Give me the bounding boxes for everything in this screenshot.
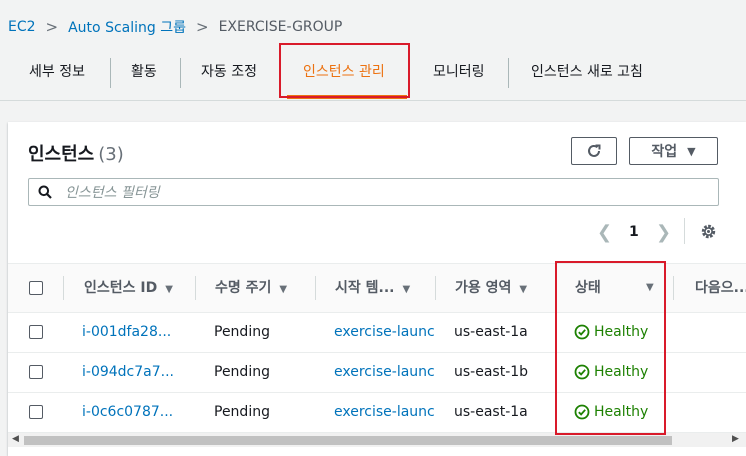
sort-down-icon: ▼ <box>402 284 411 295</box>
column-label: 인스턴스 ID <box>84 280 158 296</box>
instance-id-link[interactable]: i-001dfa28... <box>82 312 182 352</box>
status-cell: Healthy <box>574 312 648 352</box>
tab-monitoring[interactable]: 모니터링 <box>433 44 485 100</box>
actions-label: 작업 <box>651 144 678 160</box>
launch-template-link[interactable]: exercise-launch- <box>334 392 434 432</box>
tab-instance-management[interactable]: 인스턴스 관리 <box>303 44 385 100</box>
column-label: 가용 영역 <box>455 280 512 296</box>
scroll-left-arrow-icon[interactable]: ◀ <box>12 434 19 444</box>
page-number[interactable]: 1 <box>629 224 639 240</box>
sort-down-icon: ▼ <box>519 284 528 295</box>
breadcrumb-ec2[interactable]: EC2 <box>8 19 36 35</box>
breadcrumb-chevron-icon: > <box>45 18 59 36</box>
tab-scaling[interactable]: 자동 조정 <box>201 44 257 100</box>
tab-divider <box>508 58 509 88</box>
sort-down-icon: ▼ <box>165 284 173 295</box>
tab-divider <box>180 58 181 88</box>
chevron-right-icon[interactable]: ❯ <box>656 222 671 243</box>
lifecycle-cell: Pending <box>214 324 270 340</box>
horizontal-scrollbar[interactable]: ◀ ▶ <box>8 433 746 447</box>
sort-down-icon: ▼ <box>646 282 654 293</box>
column-divider <box>195 276 196 300</box>
availability-zone-cell: us-east-1a <box>454 324 528 340</box>
column-header-status[interactable]: 상태 ▼ <box>575 264 655 312</box>
scroll-right-arrow-icon[interactable]: ▶ <box>732 434 739 444</box>
check-circle-icon <box>574 364 590 380</box>
availability-zone-cell: us-east-1b <box>454 364 529 380</box>
launch-template-link[interactable]: exercise-launch- <box>334 352 434 392</box>
breadcrumb-auto-scaling[interactable]: Auto Scaling 그룹 <box>68 17 186 37</box>
column-divider <box>63 276 64 300</box>
breadcrumb: EC2 > Auto Scaling 그룹 > EXERCISE-GROUP <box>8 17 342 37</box>
status-text: Healthy <box>594 404 649 420</box>
tab-activity[interactable]: 활동 <box>131 44 157 100</box>
tab-divider <box>110 58 111 88</box>
pager-divider <box>684 218 685 244</box>
column-header-next[interactable]: 다음으... <box>695 264 746 312</box>
column-divider <box>673 276 674 300</box>
table-header: 인스턴스 ID ▼ 수명 주기 ▼ 시작 템... ▼ 가용 영역 ▼ 상태 ▼ 다음으.… <box>8 263 746 313</box>
instance-filter-input[interactable] <box>63 180 707 206</box>
check-circle-icon <box>574 324 590 340</box>
column-divider <box>315 276 316 300</box>
scrollbar-thumb[interactable] <box>24 436 672 445</box>
status-text: Healthy <box>594 364 649 380</box>
row-checkbox[interactable] <box>29 405 43 419</box>
status-cell: Healthy <box>574 352 648 392</box>
row-checkbox[interactable] <box>29 325 43 339</box>
instance-id-link[interactable]: i-094dc7a7... <box>82 352 182 392</box>
breadcrumb-current: EXERCISE-GROUP <box>218 19 343 35</box>
filter-box <box>28 178 719 206</box>
actions-dropdown-button[interactable]: 작업 ▼ <box>629 137 718 165</box>
instance-id-link[interactable]: i-0c6c0787... <box>82 392 182 432</box>
row-checkbox[interactable] <box>29 365 43 379</box>
column-label: 시작 템... <box>335 280 395 296</box>
refresh-button[interactable] <box>571 137 617 165</box>
sort-down-icon: ▼ <box>279 284 288 295</box>
launch-template-link[interactable]: exercise-launch- <box>334 312 434 352</box>
status-cell: Healthy <box>574 392 648 432</box>
column-label: 수명 주기 <box>215 280 272 296</box>
column-divider <box>435 276 436 300</box>
tab-bar: 세부 정보 활동 자동 조정 인스턴스 관리 모니터링 인스턴스 새로 고침 <box>0 44 746 101</box>
gear-icon[interactable] <box>700 223 717 240</box>
panel-title: 인스턴스 (3) <box>28 140 124 166</box>
column-header-lifecycle[interactable]: 수명 주기 ▼ <box>215 264 287 312</box>
column-label: 상태 <box>575 280 601 296</box>
check-circle-icon <box>574 404 590 420</box>
chevron-left-icon[interactable]: ❮ <box>597 222 612 243</box>
availability-zone-cell: us-east-1a <box>454 404 528 420</box>
status-text: Healthy <box>594 324 649 340</box>
column-header-availability-zone[interactable]: 가용 영역 ▼ <box>455 264 527 312</box>
panel-title-text: 인스턴스 <box>28 144 95 165</box>
select-all-checkbox[interactable] <box>29 281 43 295</box>
tab-instance-refresh[interactable]: 인스턴스 새로 고침 <box>531 44 643 100</box>
refresh-icon <box>588 144 601 157</box>
column-divider <box>555 276 556 300</box>
instance-count: (3) <box>98 144 124 165</box>
lifecycle-cell: Pending <box>214 364 270 380</box>
column-header-instance-id[interactable]: 인스턴스 ID ▼ <box>84 264 173 312</box>
tab-details[interactable]: 세부 정보 <box>29 44 85 100</box>
caret-down-icon: ▼ <box>687 144 696 158</box>
column-header-launch-template[interactable]: 시작 템... ▼ <box>335 264 410 312</box>
table-row: i-094dc7a7... Pending exercise-launch- u… <box>8 352 746 393</box>
table-row: i-0c6c0787... Pending exercise-launch- u… <box>8 392 746 433</box>
breadcrumb-chevron-icon: > <box>195 18 209 36</box>
table-row: i-001dfa28... Pending exercise-launch- u… <box>8 312 746 353</box>
search-icon <box>38 185 52 199</box>
active-tab-underline <box>287 95 407 99</box>
instances-panel: 인스턴스(3) 작업 ▼ ❮ 1 ❯ 인스턴스 ID ▼ 수명 주기 ▼ 시작 템.… <box>8 122 746 456</box>
lifecycle-cell: Pending <box>214 404 270 420</box>
column-label: 다음으... <box>695 280 746 296</box>
